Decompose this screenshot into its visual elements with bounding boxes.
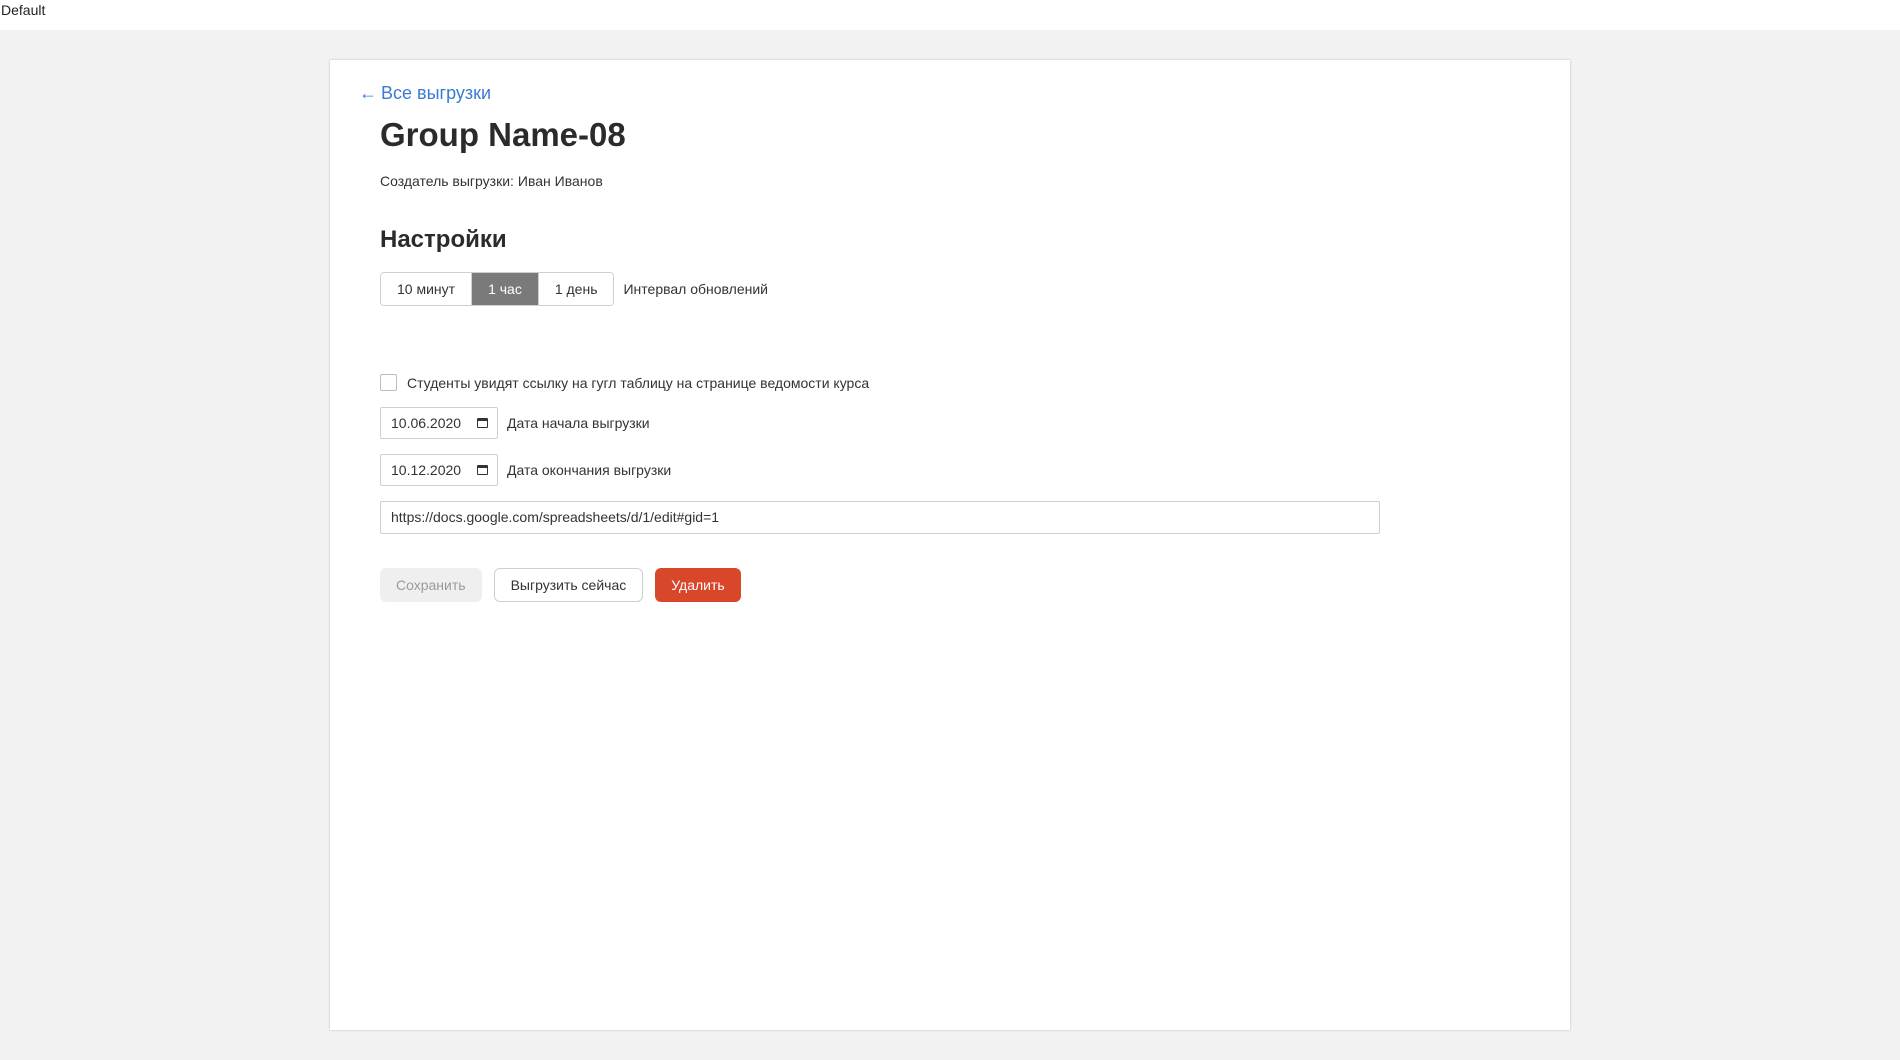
students-link-option: Студенты увидят ссылку на гугл таблицу н… bbox=[380, 374, 869, 391]
window-titlebar: Default bbox=[0, 0, 1900, 30]
start-date-row: 10.06.2020 Дата начала выгрузки bbox=[380, 407, 650, 439]
creator-name: Иван Иванов bbox=[517, 173, 603, 189]
update-interval-row: 10 минут 1 час 1 день Интервал обновлени… bbox=[380, 272, 768, 306]
start-date-label: Дата начала выгрузки bbox=[507, 415, 650, 431]
back-arrow-icon: ← bbox=[359, 83, 377, 103]
export-now-button[interactable]: Выгрузить сейчас bbox=[493, 568, 644, 602]
calendar-icon[interactable] bbox=[477, 418, 488, 428]
end-date-value: 10.12.2020 bbox=[391, 462, 462, 478]
start-date-value: 10.06.2020 bbox=[391, 415, 462, 431]
creator-label: Создатель выгрузки: bbox=[380, 173, 514, 189]
end-date-input[interactable]: 10.12.2020 bbox=[380, 454, 498, 486]
start-date-input[interactable]: 10.06.2020 bbox=[380, 407, 498, 439]
interval-option-10-minutes[interactable]: 10 минут bbox=[381, 273, 473, 305]
save-button[interactable]: Сохранить bbox=[380, 568, 482, 602]
end-date-label: Дата окончания выгрузки bbox=[507, 462, 672, 478]
update-interval-label: Интервал обновлений bbox=[623, 281, 768, 297]
export-creator: Создатель выгрузки: Иван Иванов bbox=[380, 173, 603, 189]
calendar-icon[interactable] bbox=[477, 465, 488, 475]
interval-option-1-hour[interactable]: 1 час bbox=[472, 273, 539, 305]
back-to-all-exports-link[interactable]: ← Все выгрузки bbox=[359, 83, 491, 104]
action-buttons: Сохранить Выгрузить сейчас Удалить bbox=[380, 568, 753, 602]
update-interval-selector: 10 минут 1 час 1 день bbox=[380, 272, 615, 306]
settings-heading: Настройки bbox=[380, 226, 507, 253]
students-link-checkbox[interactable] bbox=[380, 374, 397, 391]
end-date-row: 10.12.2020 Дата окончания выгрузки bbox=[380, 454, 671, 486]
students-link-label: Студенты увидят ссылку на гугл таблицу н… bbox=[407, 374, 870, 391]
back-link-label: Все выгрузки bbox=[381, 83, 492, 103]
window-title: Default bbox=[1, 2, 46, 18]
spreadsheet-url-input[interactable]: https://docs.google.com/spreadsheets/d/1… bbox=[380, 501, 1380, 534]
delete-button[interactable]: Удалить bbox=[655, 568, 741, 602]
export-settings-card: ← Все выгрузки Group Name-08 Создатель вы… bbox=[330, 60, 1570, 1030]
interval-option-1-day[interactable]: 1 день bbox=[538, 273, 614, 305]
page-title: Group Name-08 bbox=[380, 116, 626, 153]
